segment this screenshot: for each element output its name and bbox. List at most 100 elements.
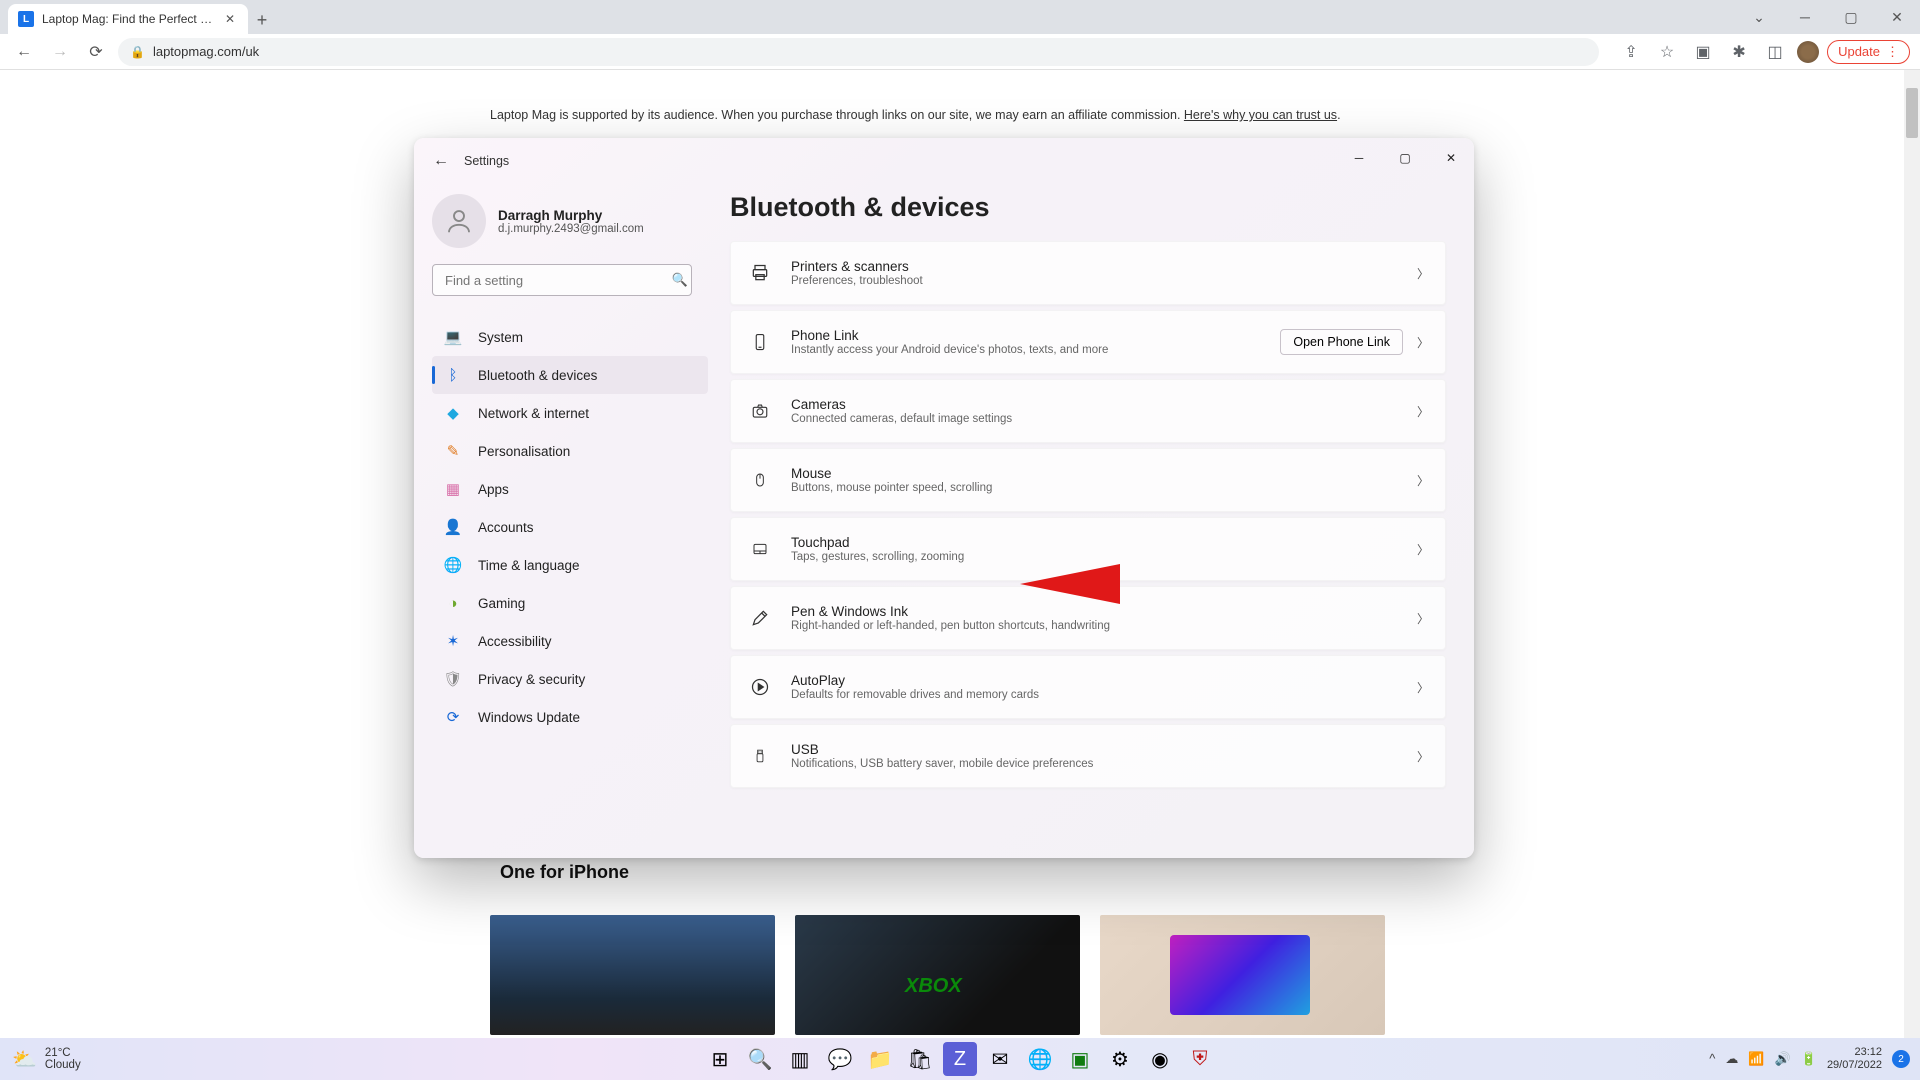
setting-card-phone-link[interactable]: Phone Link Instantly access your Android… <box>730 310 1446 374</box>
open-phone-link-button[interactable]: Open Phone Link <box>1280 329 1403 355</box>
system-tray[interactable]: ^ ☁ 📶 🔊 🔋 23:12 29/07/2022 2 <box>1709 1046 1910 1072</box>
chrome-maximize-icon[interactable]: ▢ <box>1828 0 1874 34</box>
back-button[interactable]: ← <box>424 144 458 178</box>
weather-temp: 21°C <box>45 1047 81 1059</box>
chrome-close-icon[interactable]: ✕ <box>1874 0 1920 34</box>
url-text: laptopmag.com/uk <box>153 44 259 59</box>
sidebar-item-system[interactable]: 💻System <box>432 318 708 356</box>
share-icon[interactable]: ⇪ <box>1617 38 1645 66</box>
sidebar-item-label: Personalisation <box>478 444 570 459</box>
browser-tab[interactable]: L Laptop Mag: Find the Perfect Lap ✕ <box>8 4 248 34</box>
setting-card-cameras[interactable]: Cameras Connected cameras, default image… <box>730 379 1446 443</box>
explorer-icon[interactable]: 📁 <box>863 1042 897 1076</box>
search-icon[interactable]: 🔍 <box>743 1042 777 1076</box>
maximize-icon[interactable]: ▢ <box>1382 138 1428 178</box>
sidebar-item-bluetooth-devices[interactable]: ᛒ Bluetooth & devices <box>432 356 708 394</box>
printer-icon <box>749 263 771 283</box>
settings-icon[interactable]: ⚙ <box>1103 1042 1137 1076</box>
chrome-minimize-icon[interactable]: ─ <box>1782 0 1828 34</box>
steam-icon[interactable]: ◉ <box>1143 1042 1177 1076</box>
trust-link[interactable]: Here's why you can trust us <box>1184 108 1337 122</box>
chevron-right-icon: 〉 <box>1417 541 1429 558</box>
article-card-title[interactable]: One for iPhone <box>500 862 785 897</box>
card-heading: Phone Link <box>791 328 1280 343</box>
minimize-icon[interactable]: ─ <box>1336 138 1382 178</box>
profile-avatar-icon[interactable] <box>1797 41 1819 63</box>
browser-tab-strip: L Laptop Mag: Find the Perfect Lap ✕ + ⌄… <box>0 0 1920 34</box>
battery-icon[interactable]: 🔋 <box>1801 1051 1817 1067</box>
card-heading: Cameras <box>791 397 1417 412</box>
wifi-icon[interactable]: 📶 <box>1748 1051 1764 1067</box>
reload-icon[interactable]: ⟳ <box>82 38 110 66</box>
sidebar-item-windows-update[interactable]: ⟳Windows Update <box>432 698 708 736</box>
mail-icon[interactable]: ✉ <box>983 1042 1017 1076</box>
volume-icon[interactable]: 🔊 <box>1775 1051 1791 1067</box>
user-profile[interactable]: Darragh Murphy d.j.murphy.2493@gmail.com <box>432 190 708 264</box>
settings-sidebar: Darragh Murphy d.j.murphy.2493@gmail.com… <box>414 184 720 858</box>
nav-icon: ✎ <box>444 442 462 460</box>
search-input[interactable] <box>432 264 692 296</box>
card-heading: Printers & scanners <box>791 259 1417 274</box>
sidebar-item-network-internet[interactable]: ◆Network & internet <box>432 394 708 432</box>
card-subtitle: Connected cameras, default image setting… <box>791 413 1417 425</box>
chrome-chevron-down-icon[interactable]: ⌄ <box>1736 0 1782 34</box>
chat-icon[interactable]: 💬 <box>823 1042 857 1076</box>
card-subtitle: Notifications, USB battery saver, mobile… <box>791 758 1417 770</box>
chevron-right-icon: 〉 <box>1417 334 1429 351</box>
onedrive-icon[interactable]: ☁ <box>1725 1051 1738 1067</box>
chevron-right-icon: 〉 <box>1417 472 1429 489</box>
close-icon[interactable]: ✕ <box>1428 138 1474 178</box>
notification-badge[interactable]: 2 <box>1892 1050 1910 1068</box>
chrome-icon[interactable]: 🌐 <box>1023 1042 1057 1076</box>
setting-card-mouse[interactable]: Mouse Buttons, mouse pointer speed, scro… <box>730 448 1446 512</box>
sidebar-item-gaming[interactable]: ◑Gaming <box>432 584 708 622</box>
xbox-icon[interactable]: ▣ <box>1063 1042 1097 1076</box>
sidebar-item-accounts[interactable]: 👤Accounts <box>432 508 708 546</box>
update-label: Update <box>1838 44 1880 59</box>
sidebar-item-label: Bluetooth & devices <box>478 368 597 383</box>
article-thumbnail[interactable] <box>490 915 775 1035</box>
sidebar-item-apps[interactable]: ▦Apps <box>432 470 708 508</box>
tray-chevron-icon[interactable]: ^ <box>1709 1051 1715 1067</box>
chevron-right-icon: 〉 <box>1417 403 1429 420</box>
setting-card-autoplay[interactable]: AutoPlay Defaults for removable drives a… <box>730 655 1446 719</box>
back-icon[interactable]: ← <box>10 38 38 66</box>
extension-icon[interactable]: ▣ <box>1689 38 1717 66</box>
page-scrollbar[interactable] <box>1904 70 1920 1038</box>
sidebar-item-privacy-security[interactable]: 🛡Privacy & security <box>432 660 708 698</box>
mcafee-icon[interactable]: ⛨ <box>1183 1042 1217 1076</box>
nav-icon: ᛒ <box>444 366 462 384</box>
user-email: d.j.murphy.2493@gmail.com <box>498 223 644 235</box>
nav-icon: 🌐 <box>444 556 462 574</box>
settings-main-pane: Bluetooth & devices Printers & scanners … <box>720 184 1474 858</box>
tab-close-icon[interactable]: ✕ <box>222 11 238 27</box>
store-icon[interactable]: 🛍 <box>903 1042 937 1076</box>
setting-card-usb[interactable]: USB Notifications, USB battery saver, mo… <box>730 724 1446 788</box>
sidebar-item-label: Windows Update <box>478 710 580 725</box>
taskview-icon[interactable]: ▥ <box>783 1042 817 1076</box>
app-icon[interactable]: Z <box>943 1042 977 1076</box>
user-name: Darragh Murphy <box>498 208 644 223</box>
clock[interactable]: 23:12 29/07/2022 <box>1827 1046 1882 1072</box>
update-button[interactable]: Update ⋮ <box>1827 40 1910 64</box>
article-thumbnail[interactable] <box>1100 915 1385 1035</box>
sidebar-item-accessibility[interactable]: ✶Accessibility <box>432 622 708 660</box>
sidebar-item-personalisation[interactable]: ✎ Personalisation <box>432 432 708 470</box>
address-bar[interactable]: 🔒 laptopmag.com/uk <box>118 38 1599 66</box>
new-tab-button[interactable]: + <box>248 6 276 34</box>
scrollbar-thumb[interactable] <box>1906 88 1918 138</box>
article-thumbnail[interactable] <box>795 915 1080 1035</box>
sidebar-item-time-language[interactable]: 🌐 Time & language <box>432 546 708 584</box>
card-subtitle: Preferences, troubleshoot <box>791 275 1417 287</box>
puzzle-icon[interactable]: ✱ <box>1725 38 1753 66</box>
nav-icon: ✶ <box>444 632 462 650</box>
bookmark-icon[interactable]: ☆ <box>1653 38 1681 66</box>
weather-widget[interactable]: ⛅ 21°C Cloudy <box>12 1047 81 1072</box>
start-icon[interactable]: ⊞ <box>703 1042 737 1076</box>
panel-icon[interactable]: ◫ <box>1761 38 1789 66</box>
settings-titlebar[interactable]: ← Settings ─ ▢ ✕ <box>414 138 1474 184</box>
affiliate-disclaimer: Laptop Mag is supported by its audience.… <box>490 108 1341 122</box>
sidebar-item-label: Time & language <box>478 558 580 573</box>
taskbar[interactable]: ⛅ 21°C Cloudy ⊞ 🔍 ▥ 💬 📁 🛍 Z ✉ 🌐 ▣ ⚙ ◉ ⛨ … <box>0 1038 1920 1080</box>
setting-card-printers-scanners[interactable]: Printers & scanners Preferences, trouble… <box>730 241 1446 305</box>
